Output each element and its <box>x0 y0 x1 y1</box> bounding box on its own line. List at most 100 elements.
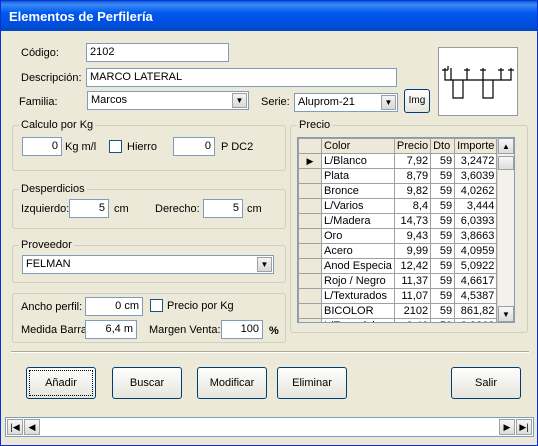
table-cell[interactable]: 861,82 <box>454 303 498 319</box>
table-cell[interactable]: 12,42 <box>393 258 432 274</box>
table-cell[interactable]: 8,4 <box>393 198 432 214</box>
table-cell[interactable]: 59 <box>430 273 456 289</box>
table-cell[interactable]: 59 <box>430 198 456 214</box>
chevron-down-icon[interactable]: ▼ <box>257 257 272 272</box>
chevron-down-icon[interactable]: ▼ <box>232 93 247 108</box>
eliminar-button[interactable]: Eliminar <box>277 367 347 399</box>
derecho-field[interactable]: 5 <box>203 199 243 218</box>
table-cell[interactable]: 3,2472 <box>454 153 498 169</box>
table-cell[interactable]: Bronce <box>321 183 395 199</box>
scroll-up-icon[interactable]: ▲ <box>498 138 514 154</box>
codigo-field[interactable]: 2102 <box>86 43 229 62</box>
table-cell[interactable]: 9,43 <box>393 228 432 244</box>
row-indicator[interactable] <box>298 303 322 319</box>
modificar-button[interactable]: Modificar <box>197 367 267 399</box>
row-indicator[interactable] <box>298 198 322 214</box>
column-header[interactable]: Dto <box>430 138 456 154</box>
row-indicator[interactable] <box>298 213 322 229</box>
pdc-field[interactable]: 0 <box>173 137 215 156</box>
table-row[interactable]: Plata 8,79 59 3,6039 <box>298 168 498 184</box>
precio-kg-checkbox[interactable] <box>150 299 163 312</box>
column-header[interactable]: Importe <box>454 138 498 154</box>
table-cell[interactable]: 4,0959 <box>454 243 498 259</box>
column-header[interactable]: Color <box>321 138 395 154</box>
table-cell[interactable]: 59 <box>430 318 456 322</box>
anadir-button[interactable]: Añadir <box>26 367 96 399</box>
row-indicator[interactable] <box>298 228 322 244</box>
scroll-thumb[interactable] <box>498 156 514 170</box>
column-header[interactable]: Precio <box>393 138 432 154</box>
first-record-icon[interactable]: |◀ <box>7 419 23 435</box>
next-record-icon[interactable]: ▶ <box>499 419 515 435</box>
table-cell[interactable]: Acero <box>321 243 395 259</box>
table-row[interactable]: ▶ L/Blanco 7,92 59 3,2472 <box>298 153 498 169</box>
table-row[interactable]: Anod Especia 12,42 59 5,0922 <box>298 258 498 274</box>
table-cell[interactable]: 4,6617 <box>454 273 498 289</box>
table-cell[interactable]: L/Varios <box>321 198 395 214</box>
table-cell[interactable]: L/Blanco <box>321 153 395 169</box>
table-cell[interactable]: 8,79 <box>393 168 432 184</box>
medida-field[interactable]: 6,4 m <box>85 320 137 339</box>
row-indicator[interactable] <box>298 168 322 184</box>
table-row[interactable]: Rojo / Negro 11,37 59 4,6617 <box>298 273 498 289</box>
table-cell[interactable]: 59 <box>430 258 456 274</box>
table-cell[interactable]: BICOLOR <box>321 303 395 319</box>
table-row[interactable]: Acero 9,99 59 4,0959 <box>298 243 498 259</box>
table-cell[interactable]: Plata <box>321 168 395 184</box>
hierro-checkbox[interactable] <box>109 140 122 153</box>
table-cell[interactable]: L/Texturados <box>321 288 395 304</box>
table-cell[interactable]: 9,40 <box>393 318 432 322</box>
buscar-button[interactable]: Buscar <box>112 367 182 399</box>
scroll-down-icon[interactable]: ▼ <box>498 306 514 322</box>
table-row[interactable]: Oro 9,43 59 3,8663 <box>298 228 498 244</box>
izquierdo-field[interactable]: 5 <box>69 199 109 218</box>
table-cell[interactable]: L/Especial <box>321 318 395 322</box>
grid-scrollbar[interactable]: ▲ ▼ <box>497 138 514 322</box>
table-cell[interactable]: 4,0262 <box>454 183 498 199</box>
table-cell[interactable]: 9,99 <box>393 243 432 259</box>
salir-button[interactable]: Salir <box>451 367 521 399</box>
table-cell[interactable]: 5,0922 <box>454 258 498 274</box>
serie-select[interactable]: Aluprom-21 ▼ <box>294 93 398 112</box>
previous-record-icon[interactable]: ◀ <box>24 419 40 435</box>
table-cell[interactable]: 59 <box>430 183 456 199</box>
precio-grid[interactable]: Color Precio Dto Importe ▶ L/Blanco 7,92 59 3,24… <box>297 137 515 323</box>
img-button[interactable]: Img <box>404 89 430 113</box>
last-record-icon[interactable]: ▶| <box>516 419 532 435</box>
table-row[interactable]: L/Texturados 11,07 59 4,5387 <box>298 288 498 304</box>
row-indicator[interactable] <box>298 258 322 274</box>
row-indicator[interactable] <box>298 273 322 289</box>
table-cell[interactable]: 9,82 <box>393 183 432 199</box>
table-cell[interactable]: 4,5387 <box>454 288 498 304</box>
table-cell[interactable]: 3,444 <box>454 198 498 214</box>
table-row[interactable]: Bronce 9,82 59 4,0262 <box>298 183 498 199</box>
table-cell[interactable]: Oro <box>321 228 395 244</box>
table-cell[interactable]: 3,6039 <box>454 168 498 184</box>
table-cell[interactable]: 59 <box>430 303 456 319</box>
table-row[interactable]: L/Varios 8,4 59 3,444 <box>298 198 498 214</box>
table-cell[interactable]: 59 <box>430 288 456 304</box>
table-cell[interactable]: 7,92 <box>393 153 432 169</box>
table-cell[interactable]: 14,73 <box>393 213 432 229</box>
familia-select[interactable]: Marcos ▼ <box>87 91 249 110</box>
table-cell[interactable]: Anod Especia <box>321 258 395 274</box>
row-indicator[interactable] <box>298 288 322 304</box>
proveedor-select[interactable]: FELMAN ▼ <box>22 255 274 274</box>
table-cell[interactable]: L/Madera <box>321 213 395 229</box>
chevron-down-icon[interactable]: ▼ <box>381 95 396 110</box>
table-cell[interactable]: 3,8663 <box>454 228 498 244</box>
table-row[interactable]: L/Madera 14,73 59 6,0393 <box>298 213 498 229</box>
row-indicator[interactable] <box>298 183 322 199</box>
table-cell[interactable]: 59 <box>430 228 456 244</box>
current-row-icon[interactable]: ▶ <box>298 153 322 169</box>
table-row[interactable]: BICOLOR 2102 59 861,82 <box>298 303 498 319</box>
kg-field[interactable]: 0 <box>22 137 62 156</box>
table-cell[interactable]: 11,07 <box>393 288 432 304</box>
table-cell[interactable]: 59 <box>430 213 456 229</box>
table-cell[interactable]: 59 <box>430 168 456 184</box>
table-cell[interactable]: 59 <box>430 153 456 169</box>
table-cell[interactable]: 59 <box>430 243 456 259</box>
descripcion-field[interactable]: MARCO LATERAL <box>86 68 397 87</box>
ancho-field[interactable]: 0 cm <box>85 297 143 316</box>
row-indicator[interactable] <box>298 243 322 259</box>
